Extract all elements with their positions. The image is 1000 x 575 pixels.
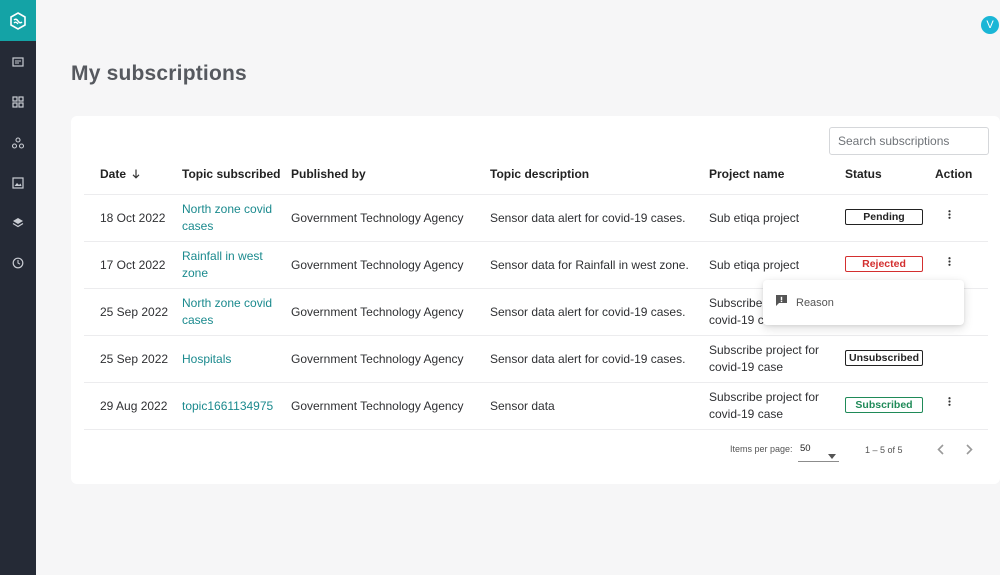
row-project: Sub etiqa project [709,258,800,272]
reason-menu-item[interactable]: Reason [763,280,964,325]
row-description: Sensor data alert for covid-19 cases. [490,211,686,225]
row-project: Sub etiqa project [709,211,800,225]
row-divider [84,382,988,383]
row-topic-link[interactable]: North zone covid cases [182,201,287,235]
status-badge: Unsubscribed [845,350,923,366]
column-header-status: Status [845,167,882,181]
column-header-topic: Topic subscribed [182,167,281,181]
row-topic-link[interactable]: topic1661134975 [182,398,273,415]
row-publisher: Government Technology Agency [291,352,464,366]
row-description: Sensor data alert for covid-19 cases. [490,305,686,319]
arrow-down-icon [132,168,140,182]
row-publisher: Government Technology Agency [291,258,464,272]
row-publisher: Government Technology Agency [291,305,464,319]
previous-page-button[interactable] [933,444,947,458]
more-actions-button[interactable] [945,395,953,407]
row-divider [84,335,988,336]
layers-icon[interactable] [10,215,26,231]
chevron-left-icon [936,442,944,460]
row-date: 18 Oct 2022 [100,211,166,225]
reason-menu-label: Reason [796,296,834,309]
column-header-action: Action [935,167,973,181]
page-title: My subscriptions [71,62,247,85]
column-header-project: Project name [709,167,785,181]
column-header-date[interactable]: Date [100,167,140,182]
row-date: 25 Sep 2022 [100,352,169,366]
row-topic-link[interactable]: Rainfall in west zone [182,248,282,282]
row-publisher: Government Technology Agency [291,211,464,225]
status-badge: Subscribed [845,397,923,413]
dashboard-icon[interactable] [10,94,26,110]
row-topic-link[interactable]: North zone covid cases [182,295,287,329]
column-header-description: Topic description [490,167,590,181]
row-project: Subscribe project for covid-19 case [709,390,820,421]
row-publisher: Government Technology Agency [291,399,464,413]
image-icon[interactable] [10,175,26,191]
items-per-page-label: Items per page: [730,444,793,454]
more-actions-button[interactable] [945,255,953,267]
status-badge: Rejected [845,256,923,272]
next-page-button[interactable] [962,444,976,458]
row-divider [84,194,988,195]
row-divider [84,241,988,242]
status-badge: Pending [845,209,923,225]
row-date: 17 Oct 2022 [100,258,166,272]
row-topic-link[interactable]: Hospitals [182,351,231,368]
page-size-select[interactable]: 50 [798,440,839,462]
sidebar [0,0,36,575]
row-date: 29 Aug 2022 [100,399,168,413]
column-header-date-label: Date [100,167,127,181]
row-description: Sensor data [490,399,555,413]
caret-down-icon [828,446,836,464]
logo-icon[interactable] [0,0,36,41]
row-date: 25 Sep 2022 [100,305,169,319]
network-icon[interactable] [10,135,26,151]
row-project: Subscribe project for covid-19 case [709,343,820,374]
row-divider [84,429,988,430]
row-description: Sensor data for Rainfall in west zone. [490,258,689,272]
user-avatar[interactable]: V [981,16,999,34]
history-icon[interactable] [10,255,26,271]
row-description: Sensor data alert for covid-19 cases. [490,352,686,366]
page-size-value: 50 [800,443,811,454]
feedback-icon [775,294,788,312]
more-actions-button[interactable] [945,208,953,220]
subscriptions-icon[interactable] [10,54,26,70]
column-header-publisher: Published by [291,167,366,181]
search-input[interactable] [829,127,989,155]
chevron-right-icon [965,442,973,460]
page-range: 1 – 5 of 5 [865,445,903,455]
